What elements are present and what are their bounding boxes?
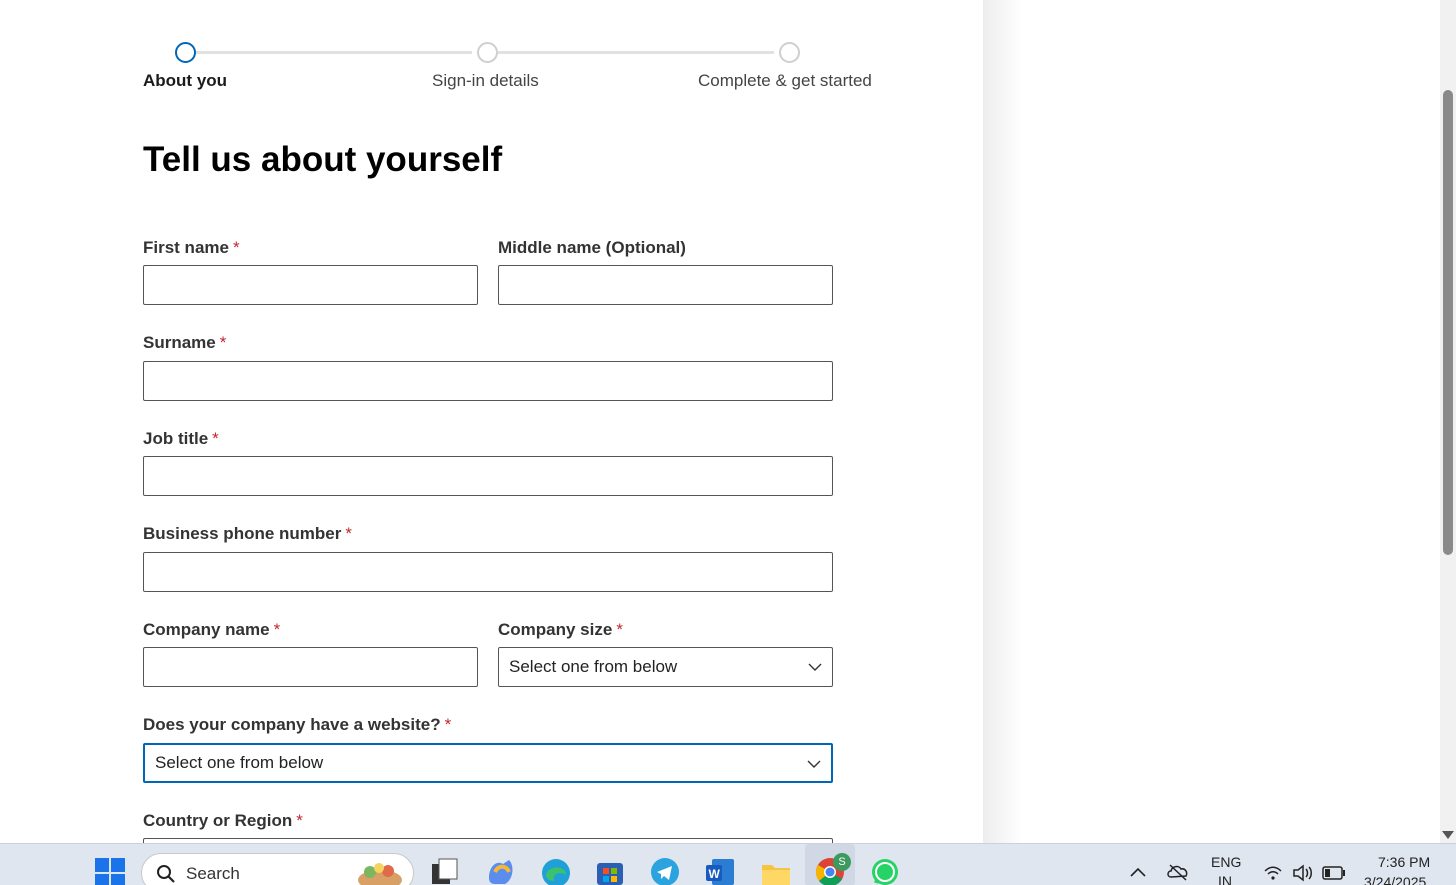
website-label-text: Does your company have a website? xyxy=(143,715,441,734)
chevron-down-icon xyxy=(807,760,821,768)
language-indicator[interactable]: ENG xyxy=(1211,854,1241,870)
required-marker: * xyxy=(273,620,281,639)
surname-label-text: Surname xyxy=(143,333,216,352)
job-title-input[interactable] xyxy=(143,456,833,496)
microsoft-store-icon[interactable] xyxy=(595,857,625,885)
company-name-label-text: Company name xyxy=(143,620,270,639)
search-placeholder: Search xyxy=(186,864,240,883)
step-label-sign-in-details: Sign-in details xyxy=(432,71,539,90)
task-view-icon[interactable] xyxy=(430,858,460,885)
website-selected-value: Select one from below xyxy=(155,753,324,772)
step-connector xyxy=(196,51,472,54)
step-indicator-about-you xyxy=(175,42,196,63)
company-size-label: Company size * xyxy=(498,620,623,640)
country-label-text: Country or Region xyxy=(143,811,293,830)
windows-taskbar: Search W S ENG IN 7:36 PM 3/24/2025 xyxy=(0,843,1456,885)
required-marker: * xyxy=(212,429,219,448)
taskbar-search-box[interactable]: Search xyxy=(141,853,414,885)
region-indicator: IN xyxy=(1218,873,1232,885)
search-highlight-icon xyxy=(358,863,402,885)
surname-label: Surname * xyxy=(143,333,226,353)
surname-input[interactable] xyxy=(143,361,833,401)
business-phone-label-text: Business phone number xyxy=(143,524,342,543)
volume-icon[interactable] xyxy=(1292,864,1314,882)
job-title-label-text: Job title xyxy=(143,429,209,448)
website-select[interactable]: Select one from below xyxy=(143,743,833,783)
business-phone-input[interactable] xyxy=(143,552,833,592)
browser-page: About you Sign-in details Complete & get… xyxy=(0,0,1456,843)
signup-form-panel: About you Sign-in details Complete & get… xyxy=(0,0,983,843)
job-title-label: Job title * xyxy=(143,429,219,449)
required-marker: * xyxy=(345,524,352,543)
copilot-icon[interactable] xyxy=(485,858,517,885)
windows-start-icon[interactable] xyxy=(95,858,125,885)
website-label: Does your company have a website? * xyxy=(143,715,451,735)
middle-name-input[interactable] xyxy=(498,265,833,305)
required-marker: * xyxy=(616,620,623,639)
company-size-selected-value: Select one from below xyxy=(509,657,678,676)
file-explorer-icon[interactable] xyxy=(760,857,792,885)
whatsapp-icon[interactable] xyxy=(870,857,900,885)
middle-name-label: Middle name (Optional) xyxy=(498,238,686,257)
progress-stepper: About you Sign-in details Complete & get… xyxy=(143,42,903,102)
chrome-taskbar-button[interactable]: S xyxy=(805,844,855,885)
step-indicator-sign-in-details xyxy=(477,42,498,63)
search-icon xyxy=(157,865,175,883)
country-label: Country or Region * xyxy=(143,811,303,831)
telegram-icon[interactable] xyxy=(650,857,680,885)
first-name-label: First name * xyxy=(143,238,240,258)
business-phone-label: Business phone number * xyxy=(143,524,352,544)
company-size-label-text: Company size xyxy=(498,620,613,639)
scroll-down-arrow-icon[interactable] xyxy=(1442,831,1454,839)
step-label-about-you: About you xyxy=(143,71,228,90)
profile-badge: S xyxy=(833,853,851,871)
clock-time[interactable]: 7:36 PM xyxy=(1378,854,1430,870)
chevron-up-icon[interactable] xyxy=(1130,866,1146,878)
chevron-down-icon xyxy=(808,663,822,671)
panel-shadow xyxy=(983,0,1023,843)
company-size-select[interactable]: Select one from below xyxy=(498,647,833,687)
first-name-input[interactable] xyxy=(143,265,478,305)
company-name-input[interactable] xyxy=(143,647,478,687)
step-label-complete: Complete & get started xyxy=(698,71,872,90)
required-marker: * xyxy=(219,333,227,352)
required-marker: * xyxy=(444,715,452,734)
required-marker: * xyxy=(296,811,303,830)
page-title: Tell us about yourself xyxy=(143,140,503,179)
scrollbar-thumb[interactable] xyxy=(1443,90,1453,555)
company-name-label: Company name * xyxy=(143,620,280,640)
svg-text:W: W xyxy=(709,867,721,881)
step-connector xyxy=(498,51,774,54)
battery-icon[interactable] xyxy=(1322,866,1346,880)
required-marker: * xyxy=(232,238,240,257)
word-icon[interactable]: W xyxy=(704,857,736,885)
step-indicator-complete xyxy=(779,42,800,63)
page-scrollbar[interactable] xyxy=(1440,0,1456,843)
clock-date[interactable]: 3/24/2025 xyxy=(1364,874,1426,885)
edge-browser-icon[interactable] xyxy=(540,857,572,885)
wifi-icon[interactable] xyxy=(1263,865,1283,881)
first-name-label-text: First name xyxy=(143,238,229,257)
onedrive-offline-icon[interactable] xyxy=(1167,863,1189,881)
